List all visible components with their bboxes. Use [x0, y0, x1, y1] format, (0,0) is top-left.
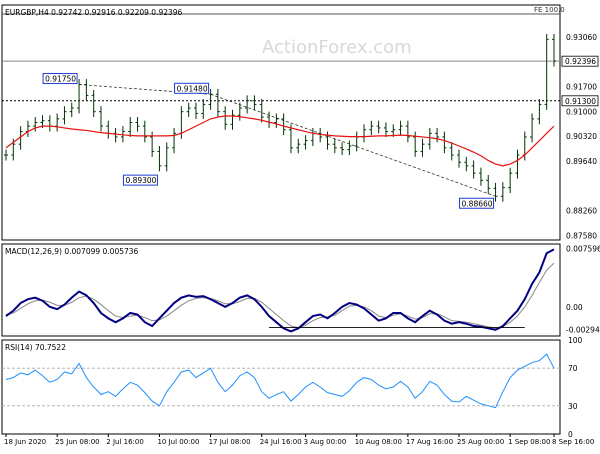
trendline-1	[210, 93, 496, 197]
rsi-panel-frame	[1, 339, 561, 435]
fe-label: FE 100.0	[534, 6, 565, 14]
x-tick-label: 3 Aug 00:00	[304, 438, 347, 446]
x-tick-label: 17 Jul 08:00	[209, 438, 251, 446]
x-tick-label: 10 Aug 08:00	[355, 438, 402, 446]
macd-signal-line	[5, 262, 555, 329]
price-y-tick: 0.87580	[566, 231, 597, 240]
rsi-y-tick: 70	[568, 364, 578, 373]
x-tick-label: 10 Jul 00:00	[157, 438, 199, 446]
x-tick-label: 25 Jun 08:00	[55, 438, 99, 446]
watermark: ActionForex.com	[262, 37, 412, 58]
price-y-tick: 0.91700	[566, 82, 597, 91]
price-y-tick: 0.90320	[566, 132, 597, 141]
x-tick-label: 24 Jul 16:00	[260, 438, 302, 446]
rsi-y-tick: 100	[568, 336, 583, 345]
x-tick-label: 1 Sep 08:00	[508, 438, 550, 446]
x-tick-label: 17 Aug 16:00	[406, 438, 453, 446]
macd-y-tick: 0.007596	[566, 245, 600, 254]
x-tick-label: 8 Sep 16:00	[552, 438, 594, 446]
price-title: EURGBP,H4 0.92742 0.92916 0.92209 0.9239…	[5, 8, 183, 17]
x-tick-label: 2 Jul 16:00	[106, 438, 144, 446]
price-y-tick: 0.89640	[566, 157, 597, 166]
price-y-tick: 0.91000	[566, 108, 597, 117]
price-y-tick: 0.88260	[566, 207, 597, 216]
x-tick-label: 25 Aug 00:00	[457, 438, 504, 446]
macd-y-tick: 0.00	[566, 303, 583, 312]
resistance-label: 0.91300	[565, 97, 596, 106]
current-price-label: 0.92396	[565, 57, 596, 66]
annotation-label-1: 0.89300	[125, 176, 156, 185]
chart-root: ActionForex.com FE 100.0 0.91750 0.89300 0.9…	[0, 0, 600, 450]
annotation-label-3: 0.88660	[462, 199, 493, 208]
chart-svg: ActionForex.com FE 100.0 0.91750 0.89300 0.9…	[1, 4, 600, 446]
macd-y-tick: -0.002949	[566, 325, 600, 334]
moving-average-line	[5, 115, 555, 167]
annotation-label-0: 0.91750	[45, 75, 76, 84]
rsi-y-tick: 30	[568, 402, 578, 411]
rsi-line	[5, 353, 555, 409]
macd-panel-frame	[1, 243, 561, 337]
rsi-title: RSI(14) 70.7522	[5, 343, 66, 352]
annotation-label-2: 0.91480	[177, 84, 208, 93]
macd-title: MACD(12,26,9) 0.007099 0.005736	[5, 247, 139, 256]
x-tick-label: 18 Jun 2020	[4, 438, 46, 446]
macd-line	[5, 248, 555, 333]
price-y-tick: 0.93060	[566, 33, 597, 42]
